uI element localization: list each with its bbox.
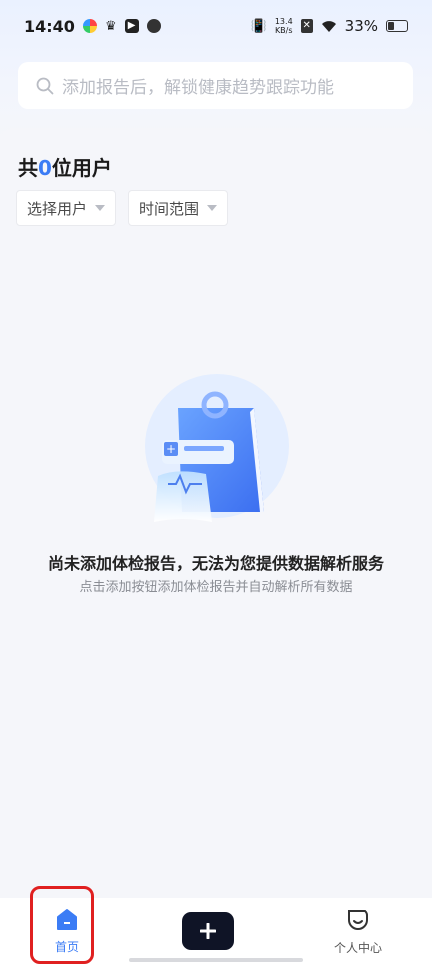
search-placeholder: 添加报告后，解锁健康趋势跟踪功能 <box>62 78 334 98</box>
net-speed-value: 13.4 <box>274 17 293 26</box>
search-icon <box>36 77 54 94</box>
app-notification-icon <box>82 19 97 33</box>
svg-text:+: + <box>166 442 176 456</box>
status-bar: 14:40 ♛ ▶ 📳 13.4 KB/s ✕ 33% <box>0 0 432 52</box>
add-report-button[interactable] <box>182 912 234 950</box>
time-range-label: 时间范围 <box>139 199 200 218</box>
select-user-dropdown[interactable]: 选择用户 <box>16 190 117 226</box>
home-indicator <box>129 958 303 962</box>
crown-icon: ♛ <box>104 18 117 34</box>
user-count-prefix: 共 <box>18 156 38 180</box>
search-bar[interactable]: 添加报告后，解锁健康趋势跟踪功能 <box>18 62 413 109</box>
caret-down-icon <box>207 205 218 211</box>
play-app-icon: ▶ <box>124 19 139 33</box>
empty-state-subtitle: 点击添加按钮添加体检报告并自动解析所有数据 <box>79 580 353 595</box>
caret-down-icon <box>95 205 106 211</box>
time-range-dropdown[interactable]: 时间范围 <box>128 190 229 226</box>
sim-x-icon: ✕ <box>300 19 313 33</box>
user-count-suffix: 位用户 <box>51 156 112 180</box>
vibrate-icon: 📳 <box>250 18 267 34</box>
nav-profile-label: 个人中心 <box>333 940 382 955</box>
select-user-label: 选择用户 <box>27 199 88 218</box>
status-time: 14:40 <box>24 16 75 36</box>
net-speed: 13.4 KB/s <box>275 17 293 35</box>
link-app-icon <box>146 19 161 33</box>
wifi-icon <box>321 20 336 32</box>
home-highlight-box <box>30 886 94 964</box>
battery-percent: 33% <box>344 17 378 35</box>
status-left: 14:40 ♛ ▶ <box>24 17 161 36</box>
plus-icon <box>200 923 216 939</box>
smile-face-icon <box>348 909 368 930</box>
empty-state-title: 尚未添加体检报告，无法为您提供数据解析服务 <box>47 554 384 573</box>
net-speed-unit: KB/s <box>274 26 293 35</box>
user-count-title: 共0位用户 <box>18 152 112 181</box>
empty-report-illustration: + <box>145 374 289 522</box>
status-right: 📳 13.4 KB/s ✕ 33% <box>251 17 408 35</box>
nav-profile[interactable]: 个人中心 <box>313 898 403 964</box>
battery-icon <box>386 20 408 32</box>
user-count-number: 0 <box>38 156 52 180</box>
